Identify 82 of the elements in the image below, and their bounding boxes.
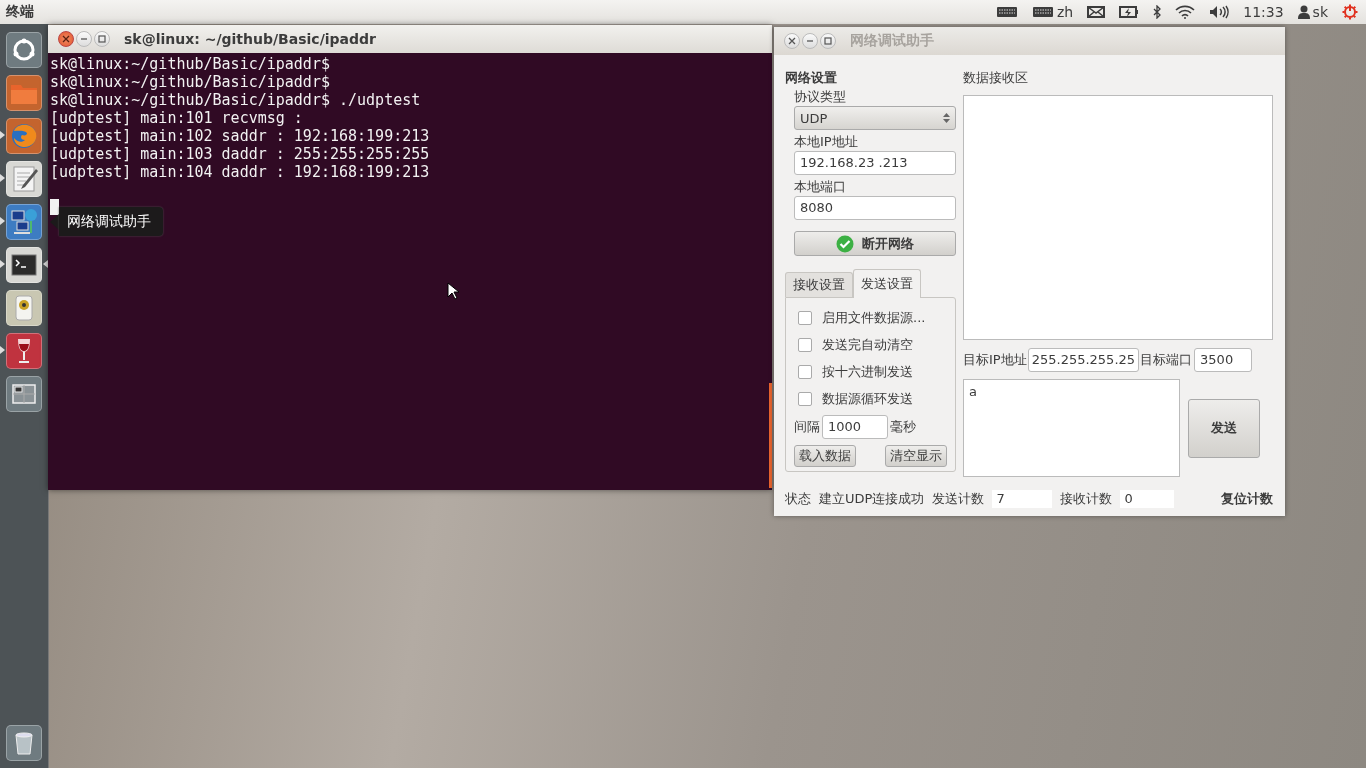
disconnect-button[interactable]: 断开网络 <box>794 231 956 256</box>
panel-button[interactable]: 载入数据 <box>794 445 856 467</box>
ip-field[interactable]: 192.168.23 .213 <box>794 151 956 175</box>
target-port-field[interactable]: 3500 <box>1194 348 1253 372</box>
launcher-item[interactable] <box>6 724 42 761</box>
checkbox[interactable] <box>798 364 812 379</box>
text-cursor <box>50 199 59 215</box>
minimize-icon <box>806 37 814 45</box>
target-ip-field[interactable]: 255.255.255.25 <box>1027 348 1140 372</box>
field-label: 本地端口 <box>794 178 847 196</box>
power-icon <box>1342 4 1358 20</box>
user-name[interactable]: sk <box>1312 4 1328 20</box>
launcher-item[interactable] <box>6 246 42 283</box>
checkbox[interactable] <box>798 310 812 325</box>
checkbox[interactable] <box>798 337 812 352</box>
field-label: 目标IP地址 <box>963 351 1027 369</box>
checkmark-icon <box>836 234 854 253</box>
checkbox-label: 发送完自动清空 <box>822 335 913 354</box>
terminal-line: sk@linux:~/github/Basic/ipaddr$ <box>50 73 331 91</box>
tab[interactable]: 发送设置 <box>853 269 921 298</box>
interval-label: 间隔 <box>794 418 820 436</box>
send-text-area[interactable]: a <box>963 379 1180 477</box>
counter-label: 接收计数 <box>1060 490 1113 508</box>
checkbox[interactable] <box>798 391 812 406</box>
keyboard-icon <box>996 6 1018 18</box>
volume-icon <box>1209 5 1230 19</box>
protocol-dropdown[interactable]: UDP <box>794 106 956 130</box>
launcher-item[interactable] <box>6 160 42 197</box>
window-title: 网络调试助手 <box>850 32 934 50</box>
status-label: 状态 <box>785 490 811 508</box>
mouse-pointer-icon <box>447 282 459 300</box>
terminal-line: [udptest] main:102 saddr : 192:168:199:213 <box>50 127 431 145</box>
panel-button[interactable]: 清空显示 <box>885 445 947 467</box>
tab[interactable]: 接收设置 <box>785 272 853 297</box>
updown-arrows-icon <box>943 113 950 123</box>
section-heading: 数据接收区 <box>963 69 1029 87</box>
terminal-line: sk@linux:~/github/Basic/ipaddr$ <box>50 55 331 73</box>
launcher-item[interactable] <box>6 375 42 412</box>
field-label: 目标端口 <box>1140 351 1193 369</box>
close-button[interactable] <box>58 31 74 47</box>
checkbox-label: 启用文件数据源... <box>822 308 926 327</box>
port-field[interactable]: 8080 <box>794 196 956 220</box>
person-icon <box>1297 5 1310 19</box>
terminal-line: [udptest] main:101 recvmsg : <box>50 109 304 127</box>
computers-globe-icon <box>9 206 39 237</box>
battery-icon <box>1119 6 1140 18</box>
language-indicator[interactable]: zh <box>1057 4 1074 20</box>
reset-count-button[interactable]: 复位计数 <box>1221 490 1273 508</box>
interval-field[interactable]: 1000 <box>822 415 888 439</box>
terminal-line: sk@linux:~/github/Basic/ipaddr$ ./udptest <box>50 91 422 109</box>
maximize-button[interactable] <box>94 31 110 47</box>
scrollbar[interactable] <box>769 383 772 488</box>
section-heading: 网络设置 <box>785 69 838 87</box>
launcher-item[interactable] <box>6 332 42 369</box>
checkbox-label: 按十六进制发送 <box>822 362 913 381</box>
wifi-icon <box>1175 5 1196 19</box>
window-title: sk@linux: ~/github/Basic/ipaddr <box>124 31 376 47</box>
bluetooth-icon <box>1153 5 1162 19</box>
field-label: 协议类型 <box>794 88 847 106</box>
minimize-icon <box>80 35 88 43</box>
app-name: 终端 <box>6 3 34 21</box>
maximize-icon <box>824 37 832 45</box>
mail-icon <box>1087 6 1106 18</box>
terminal-line: [udptest] main:103 daddr : 255:255:255:255 <box>50 145 431 163</box>
counter-label: 发送计数 <box>932 490 985 508</box>
launcher-item[interactable] <box>6 289 42 326</box>
close-icon <box>788 37 796 45</box>
checkbox-label: 数据源循环发送 <box>822 389 913 408</box>
terminal-line: [udptest] main:104 daddr : 192:168:199:213 <box>50 163 431 181</box>
tooltip-pointer-icon <box>50 213 59 230</box>
sent-count: 7 <box>992 490 1053 508</box>
clock[interactable]: 11:33 <box>1243 4 1284 20</box>
field-label: 本地IP地址 <box>794 133 859 151</box>
maximize-icon <box>98 35 106 43</box>
launcher-item[interactable] <box>6 203 42 240</box>
send-button[interactable]: 发送 <box>1188 398 1260 458</box>
received-count: 0 <box>1120 490 1175 508</box>
unit-label: 毫秒 <box>890 418 916 436</box>
launcher-item[interactable] <box>6 31 42 68</box>
status-message: 建立UDP连接成功 <box>819 490 925 508</box>
close-icon <box>62 35 70 43</box>
keyboard-icon <box>1032 6 1054 18</box>
